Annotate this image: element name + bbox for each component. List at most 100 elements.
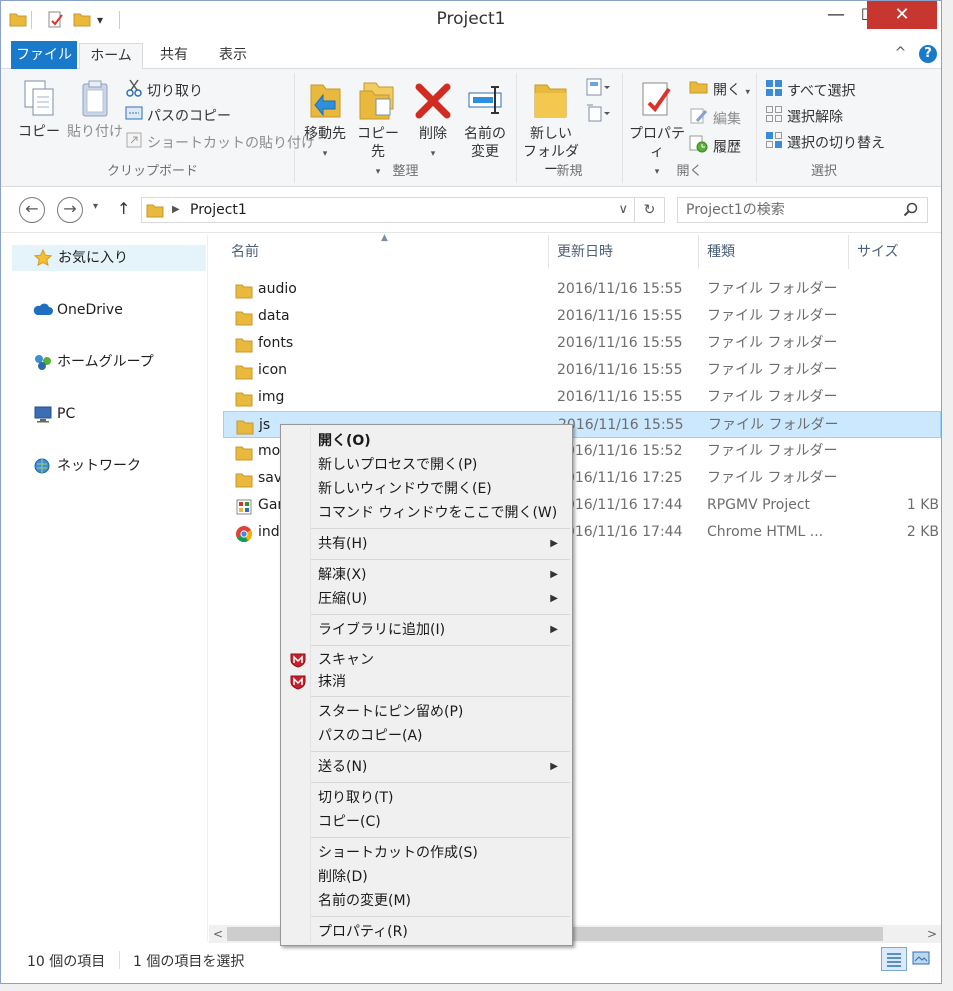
select-none-button[interactable]: 選択解除 [765,105,843,127]
recent-locations-icon[interactable]: ▾ [93,201,98,212]
details-view-button[interactable] [881,947,907,971]
help-icon[interactable]: ? [919,45,937,63]
menu-separator [311,782,570,783]
scroll-left-icon[interactable]: < [209,925,227,943]
table-row[interactable]: fonts 2016/11/16 15:55 ファイル フォルダー [223,330,941,357]
paste-shortcut-button[interactable]: ショートカットの貼り付け [125,131,315,153]
back-button[interactable]: ← [19,197,45,223]
file-modified-date: 2016/11/16 15:55 [557,389,683,405]
column-header-date[interactable]: 更新日時 [549,235,699,269]
column-header-size[interactable]: サイズ [849,235,941,269]
edit-button[interactable]: 編集 [689,107,741,129]
group-open-label: 開く [676,164,703,179]
select-none-icon [765,105,783,130]
menu-item-create-shortcut[interactable]: ショートカットの作成(S) [283,841,570,865]
table-row[interactable]: img 2016/11/16 15:55 ファイル フォルダー [223,384,941,411]
menu-item-compress[interactable]: 圧縮(U) ▶ [283,587,570,611]
tab-file[interactable]: ファイル [11,41,77,69]
cut-button[interactable]: 切り取り [125,79,203,101]
scroll-right-icon[interactable]: > [923,925,941,943]
menu-item-rename[interactable]: 名前の変更(M) [283,889,570,913]
menu-item-delete[interactable]: 削除(D) [283,865,570,889]
menu-item-pin-to-start[interactable]: スタートにピン留め(P) [283,700,570,724]
menu-separator [311,751,570,752]
menu-item-copy-path[interactable]: パスのコピー(A) [283,724,570,748]
pane-splitter[interactable] [207,235,208,941]
copy-button[interactable]: コピー [17,75,61,141]
breadcrumb-project1[interactable]: Project1 [190,198,247,222]
nav-item-homegroup[interactable]: ホームグループ [9,349,207,375]
easy-access-button[interactable] [585,103,611,125]
nav-item-onedrive[interactable]: OneDrive [9,297,207,323]
status-bar: 10 個の項目 1 個の項目を選択 [1,943,941,977]
address-bar[interactable]: ▶ Project1 ∨ [141,197,635,223]
column-header-name[interactable]: 名前 [209,235,549,269]
close-button[interactable]: ✕ [867,1,937,29]
address-row: ← → ▾ ↑ ▶ Project1 ∨ ↻ Project1の検索 [1,187,941,233]
title-bar[interactable]: ▾ Project1 — ☐ ✕ [1,1,941,39]
up-button[interactable]: ↑ [117,199,130,218]
menu-item-open-new-window[interactable]: 新しいウィンドウで開く(E) [283,477,570,501]
menu-item-create-shortcut-label: ショートカットの作成(S) [318,845,478,861]
menu-item-add-to-library[interactable]: ライブラリに追加(I) ▶ [283,618,570,642]
table-row[interactable]: icon 2016/11/16 15:55 ファイル フォルダー [223,357,941,384]
file-modified-date: 2016/11/16 17:25 [557,470,683,486]
forward-button[interactable]: → [57,197,83,223]
file-type: ファイル フォルダー [707,281,838,297]
search-input[interactable]: Project1の検索 [677,197,928,223]
file-type: ファイル フォルダー [707,389,838,405]
menu-item-share[interactable]: 共有(H) ▶ [283,532,570,556]
menu-item-open[interactable]: 開く(O) [283,429,570,453]
history-button[interactable]: 履歴 [689,135,741,157]
file-modified-date: 2016/11/16 15:52 [557,443,683,459]
tab-home[interactable]: ホーム [79,43,143,70]
mcafee-shield-icon [289,674,307,698]
star-icon [33,248,53,276]
tab-view[interactable]: 表示 [205,43,261,69]
new-item-button[interactable] [585,77,611,99]
properties-label: プロパティ [629,126,685,160]
paste-button[interactable]: 貼り付け [65,75,125,141]
menu-item-open-command-window[interactable]: コマンド ウィンドウをここで開く(W) [283,501,570,525]
menu-item-copy[interactable]: コピー(C) [283,810,570,834]
refresh-button[interactable]: ↻ [635,197,665,223]
rename-button[interactable]: 名前の 変更 [459,75,511,161]
delete-button[interactable]: 削除 ▾ [411,75,455,163]
select-all-button[interactable]: すべて選択 [765,79,855,101]
breadcrumb-arrow-icon[interactable]: ▶ [172,198,180,222]
address-dropdown-icon[interactable]: ∨ [618,198,628,222]
nav-item-network[interactable]: ネットワーク [9,453,207,479]
menu-item-shred[interactable]: 抹消 [283,670,570,694]
copy-path-icon [125,105,143,128]
copy-label: コピー [18,124,60,140]
large-icons-view-icon [912,951,930,965]
paste-shortcut-label: ショートカットの貼り付け [147,135,315,152]
table-row[interactable]: audio 2016/11/16 15:55 ファイル フォルダー [223,276,941,303]
menu-item-open-new-process[interactable]: 新しいプロセスで開く(P) [283,453,570,477]
move-to-button[interactable]: 移動先 ▾ [299,75,351,163]
submenu-arrow-icon: ▶ [550,761,558,772]
nav-item-favorites[interactable]: お気に入り [12,245,206,271]
submenu-arrow-icon: ▶ [550,593,558,604]
open-button[interactable]: 開く ▾ [689,79,750,101]
table-row[interactable]: data 2016/11/16 15:55 ファイル フォルダー [223,303,941,330]
file-modified-date: 2016/11/16 15:55 [557,335,683,351]
menu-item-scan[interactable]: スキャン [283,648,570,672]
move-to-dropdown-icon: ▾ [322,149,328,159]
search-icon[interactable] [903,202,919,226]
file-type: RPGMV Project [707,497,811,513]
tab-share[interactable]: 共有 [147,43,201,69]
menu-separator [311,528,570,529]
copy-path-button[interactable]: パスのコピー [125,105,231,127]
nav-item-pc[interactable]: PC [9,401,207,427]
invert-selection-button[interactable]: 選択の切り替え [765,131,885,153]
column-header-type[interactable]: 種類 [699,235,849,269]
collapse-ribbon-icon[interactable]: ^ [891,45,911,61]
large-icons-view-button[interactable] [909,947,935,971]
menu-item-properties[interactable]: プロパティ(R) [283,920,570,944]
rename-icon [468,86,502,114]
menu-item-send-to[interactable]: 送る(N) ▶ [283,755,570,779]
group-clipboard: コピー 貼り付け 切り取り パスのコピー ショートカットの貼り付け クリップボー… [11,73,315,183]
menu-item-cut[interactable]: 切り取り(T) [283,786,570,810]
menu-item-extract[interactable]: 解凍(X) ▶ [283,563,570,587]
